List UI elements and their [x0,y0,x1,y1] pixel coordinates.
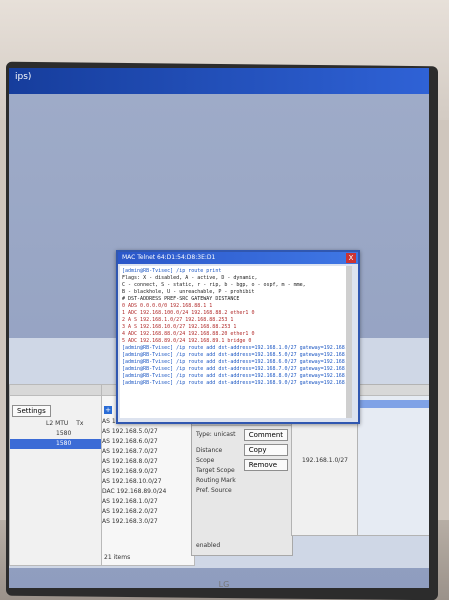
terminal-line: [admin@RB-Tvisec] /ip route print [122,268,222,274]
row-value: 1580 [56,440,72,447]
route-row[interactable]: AS 192.168.9.0/27 [102,467,194,477]
pref-source-label: Pref. Source [196,487,232,494]
terminal-line: [admin@RB-Tvisec] /ip route add dst-addr… [122,380,352,386]
route-row[interactable]: AS 192.168.5.0/27 [102,427,194,437]
settings-button[interactable]: Settings [12,405,51,417]
route-row[interactable]: AS 192.168.1.0/27 [102,497,194,507]
route-row[interactable]: AS 192.168.10.0/27 [102,477,194,487]
comment-button[interactable]: Comment [243,429,288,441]
column-headers: L2 MTU Tx [10,419,102,429]
terminal-body[interactable]: [admin@RB-Tvisec] /ip route print Flags: … [120,266,352,418]
terminal-title: MAC Telnet 64:D1:54:D8:3E:D1 [122,254,216,261]
row-value: 1580 [56,430,72,437]
terminal-line: 4 ADC 192.168.88.0/24 192.168.88.20 ethe… [122,331,255,337]
selected-row[interactable] [358,400,429,408]
dialog-buttons: Comment Copy Remove [243,429,288,471]
window-titlebar: ips) [9,68,429,94]
copy-button[interactable]: Copy [243,444,288,456]
terminal-line: 0 ADS 0.0.0.0/0 192.168.88.1 1 [122,303,213,309]
terminal-line: [admin@RB-Tvisec] /ip route add dst-addr… [122,352,352,358]
monitor-brand-logo: LG [218,580,230,589]
close-icon[interactable]: X [346,253,356,263]
terminal-line: 1 ADC 192.168.100.0/24 192.168.88.2 ethe… [122,310,255,316]
routing-mark-label: Routing Mark [196,477,236,484]
route-row[interactable]: DAC 192.168.89.0/24 [102,487,194,497]
table-row[interactable]: 1580 [10,429,102,439]
add-icon[interactable]: + [104,406,112,414]
route-detail-dialog: Type: unicast Distance Scope Target Scop… [191,414,293,556]
terminal-line: 5 ADC 192.168.89.0/24 192.168.89.1 bridg… [122,338,252,344]
col-l2mtu: L2 MTU [46,420,69,427]
terminal-window: MAC Telnet 64:D1:54:D8:3E:D1 X [admin@RB… [116,250,360,424]
terminal-line: # DST-ADDRESS PREF-SRC GATEWAY DISTANCE [122,296,240,302]
interfaces-panel: Settings L2 MTU Tx 1580 1580 [9,384,103,566]
route-row[interactable]: AS 192.168.8.0/27 [102,457,194,467]
panel-label: 192.168.1.0/27 [302,457,348,464]
terminal-scrollbar[interactable] [346,266,352,418]
panel-header [358,385,429,396]
terminal-line: [admin@RB-Tvisec] /ip route add dst-addr… [122,373,352,379]
terminal-line: Flags: X - disabled, A - active, D - dyn… [122,275,258,281]
table-row-selected[interactable]: 1580 [10,439,102,449]
panel-header [10,385,102,396]
terminal-line: [admin@RB-Tvisec] /ip route add dst-addr… [122,366,352,372]
terminal-line: 2 A S 192.168.1.0/27 192.168.88.253 1 [122,317,234,323]
items-count: 21 items [104,554,131,561]
screen: ips) Settings L2 MTU Tx 1580 1580 + AS A… [9,68,429,588]
terminal-line: 3 A S 192.168.10.0/27 192.168.88.253 1 [122,324,237,330]
neighbor-panel [357,384,429,536]
desktop-area: Settings L2 MTU Tx 1580 1580 + AS 192.16… [9,94,429,588]
terminal-titlebar: MAC Telnet 64:D1:54:D8:3E:D1 [118,252,358,264]
terminal-line: C - connect, S - static, r - rip, b - bg… [122,282,306,288]
route-row[interactable]: AS 192.168.7.0/27 [102,447,194,457]
routes-list: AS 192.168.1.0/27AS 192.168.5.0/27AS 192… [102,417,194,527]
terminal-lines: [admin@RB-Tvisec] /ip route print Flags: … [122,268,352,387]
remove-button[interactable]: Remove [243,459,288,471]
terminal-line: B - blackhole, U - unreachable, P - proh… [122,289,255,295]
route-row[interactable]: AS 192.168.6.0/27 [102,437,194,447]
route-row[interactable]: AS 192.168.3.0/27 [102,517,194,527]
col-tx: Tx [76,420,84,427]
route-row[interactable]: AS 192.168.2.0/27 [102,507,194,517]
window-title: ips) [15,72,32,82]
terminal-line: [admin@RB-Tvisec] /ip route add dst-addr… [122,345,352,351]
status-text: enabled [196,542,221,549]
terminal-line: [admin@RB-Tvisec] /ip route add dst-addr… [122,359,352,365]
